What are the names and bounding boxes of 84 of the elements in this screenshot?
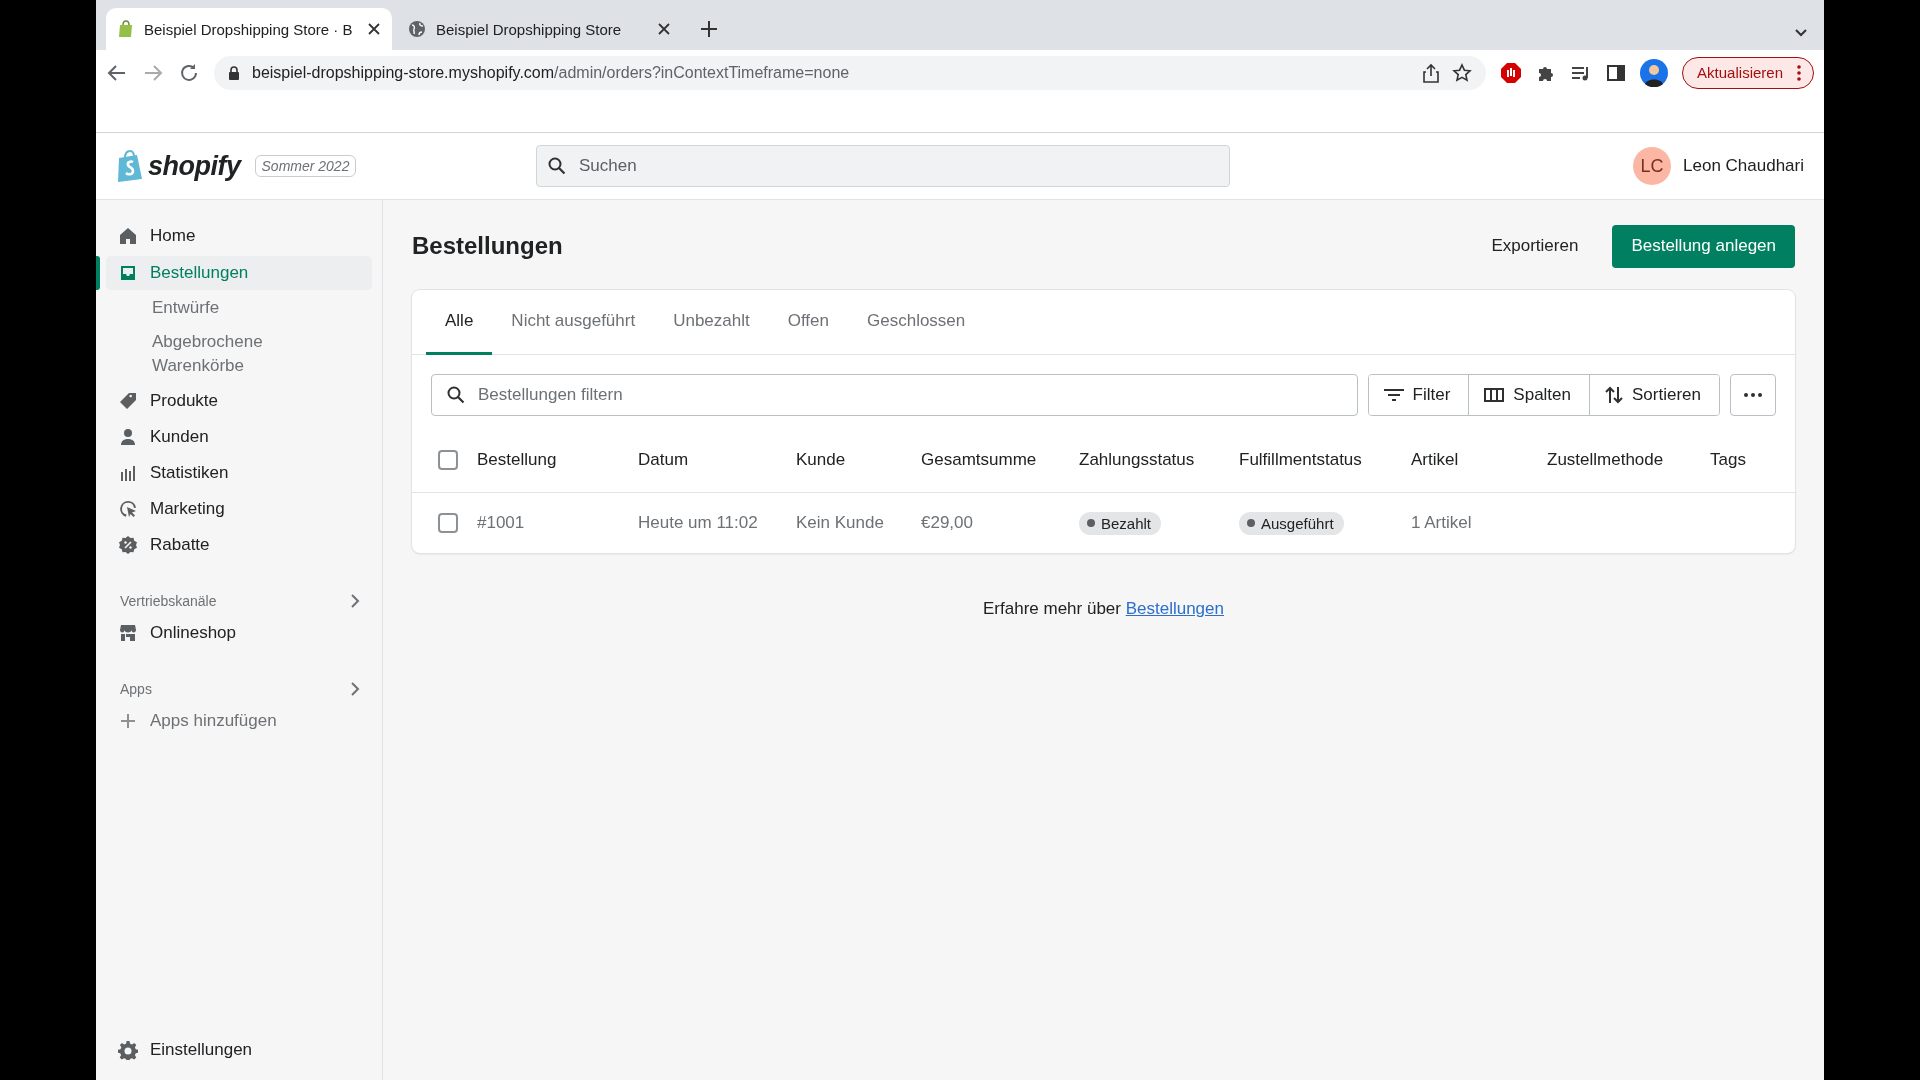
checkbox[interactable] [437, 513, 458, 533]
nav-icon [118, 535, 138, 555]
sidebar-item[interactable]: Statistiken [106, 456, 372, 490]
search-icon [547, 156, 567, 176]
stop-hand-icon[interactable] [1500, 61, 1523, 84]
sidebar-item[interactable]: Kunden [106, 420, 372, 454]
filter-tab[interactable]: Alle [426, 290, 493, 355]
more-icon [1744, 393, 1762, 397]
table-cell-text: 1 Artikel [1411, 513, 1473, 533]
close-icon[interactable] [368, 23, 380, 35]
column-header[interactable]: Datum [638, 450, 796, 470]
profile-avatar-icon[interactable] [1640, 58, 1669, 87]
status-badge: Bezahlt [1079, 511, 1162, 535]
filter-tab[interactable]: Unbezahlt [654, 290, 769, 355]
sidebar-item[interactable]: Onlineshop [106, 616, 372, 650]
chevron-down-icon[interactable] [1794, 28, 1808, 38]
table-cell-text: €29,00 [921, 513, 974, 533]
nav-icon [118, 391, 138, 411]
column-header[interactable]: Zahlungsstatus [1079, 450, 1239, 470]
edition-label: Sommer 2022 [254, 155, 357, 177]
help-link[interactable]: Bestellungen [1125, 599, 1224, 618]
status-badge: Ausgeführt [1239, 511, 1344, 535]
columns-icon [1483, 385, 1506, 405]
column-header[interactable]: Kunde [796, 450, 921, 470]
sort-icon [1604, 385, 1624, 405]
nav-icon [118, 427, 138, 447]
toolbar-button[interactable]: Sortieren [1589, 375, 1719, 415]
nav-icon [118, 226, 138, 246]
star-icon[interactable] [1452, 62, 1473, 83]
plus-icon [118, 711, 138, 731]
section-heading: Vertriebskanäle [120, 593, 217, 609]
address-bar[interactable]: beispiel-dropshipping-store.myshopify.com/admin/orders?inContextTimeframe=none [214, 55, 1487, 90]
close-icon[interactable] [658, 23, 670, 35]
table-cell-text: Heute um 11:02 [638, 513, 759, 533]
nav-icon [118, 263, 138, 283]
checkbox[interactable] [437, 450, 458, 470]
new-tab-icon[interactable] [700, 20, 718, 38]
column-header[interactable]: Zustellmethode [1547, 450, 1710, 470]
filter-tab[interactable]: Geschlossen [848, 290, 985, 355]
sidebar-item[interactable]: Einstellungen [106, 1033, 372, 1067]
sidebar-subitem[interactable]: Entwürfe [152, 291, 292, 325]
sidebar-item[interactable]: Home [106, 219, 372, 253]
lock-icon [228, 65, 240, 80]
share-icon[interactable] [1422, 62, 1441, 83]
logo-text: shopify [148, 150, 241, 182]
sidebar-item[interactable]: Marketing [106, 492, 372, 526]
shopping-bag-icon [116, 150, 144, 182]
help-text: Erfahre mehr über Bestellungen [983, 599, 1224, 618]
table-cell-text: #1001 [477, 513, 526, 533]
filter-field[interactable]: Bestellungen filtern [431, 374, 1358, 416]
store-icon [118, 623, 138, 643]
side-panel-icon[interactable] [1606, 62, 1627, 83]
sidebar-item[interactable]: Rabatte [106, 528, 372, 562]
search-field[interactable]: Suchen [536, 145, 1230, 187]
url-text: beispiel-dropshipping-store.myshopify.com/admin/orders?inContextTimeframe=none [252, 63, 850, 82]
nav-icon [118, 499, 138, 519]
sidebar-item[interactable]: Produkte [106, 384, 372, 418]
browser-tab[interactable]: Beispiel Dropshipping Store · B [106, 8, 392, 50]
column-header[interactable]: Tags [1710, 450, 1795, 470]
column-header[interactable]: Gesamtsumme [921, 450, 1079, 470]
browser-tab[interactable]: Beispiel Dropshipping Store [396, 8, 682, 50]
update-button[interactable]: Aktualisieren [1682, 56, 1814, 89]
column-header[interactable]: Bestellung [477, 450, 638, 470]
sidebar-item[interactable]: Apps hinzufügen [106, 704, 372, 738]
table-cell-text: Kein Kunde [796, 513, 885, 533]
column-header[interactable]: Artikel [1411, 450, 1547, 470]
export-button[interactable]: Exportieren [1477, 236, 1593, 256]
sidebar-subitem[interactable]: Abgebrochene Warenkörbe [152, 325, 292, 383]
create-order-button[interactable]: Bestellung anlegen [1612, 224, 1795, 268]
chevron-right-icon[interactable] [350, 681, 360, 697]
more-vertical-icon [1797, 64, 1801, 81]
section-heading: Apps [120, 681, 152, 697]
user-avatar[interactable]: LC [1633, 147, 1671, 185]
user-name[interactable]: Leon Chaudhari [1683, 156, 1804, 176]
search-icon [446, 385, 466, 405]
globe-icon [408, 20, 426, 38]
filter-tab[interactable]: Offen [768, 290, 848, 355]
settings-icon [118, 1040, 138, 1060]
column-header[interactable]: Fulfillmentstatus [1239, 450, 1411, 470]
nav-icon [118, 463, 138, 483]
shopping-bag-icon [118, 20, 134, 38]
page-title: Bestellungen [412, 232, 563, 260]
chevron-right-icon[interactable] [350, 593, 360, 609]
filter-tab[interactable]: Nicht ausgeführt [492, 290, 655, 355]
